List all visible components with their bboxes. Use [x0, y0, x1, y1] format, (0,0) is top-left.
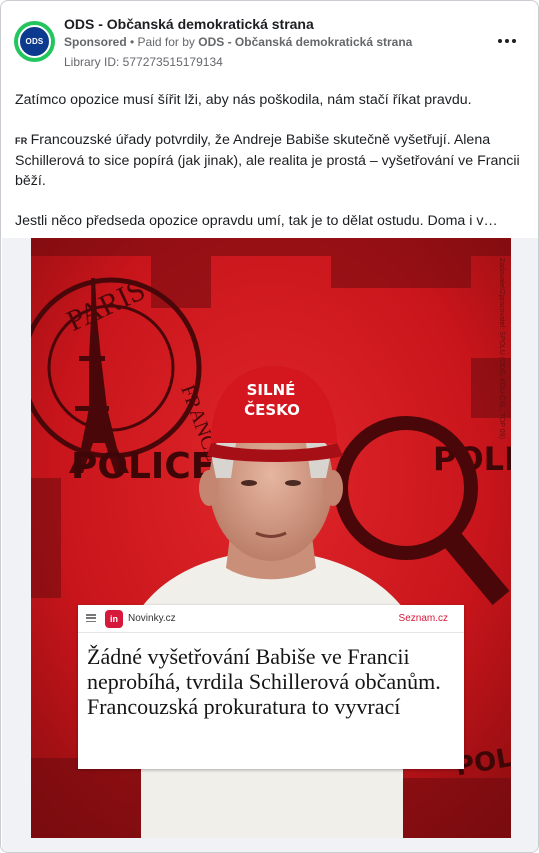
france-flag-icon: FR	[15, 136, 28, 146]
partner-site-name: Seznam.cz	[398, 613, 448, 624]
body-paragraph-2-text: Francouzské úřady potvrdily, že Andreje …	[15, 132, 520, 189]
novinky-logo: in	[105, 610, 123, 628]
news-headline-card: in Novinky.cz Seznam.cz Žádné vyšetřován…	[78, 605, 464, 769]
body-paragraph-1: Zatímco opozice musí šířit lži, aby nás …	[15, 92, 472, 108]
body-paragraph-2: FR Francouzské úřady potvrdily, že Andrej…	[15, 130, 527, 191]
news-site-bar: in Novinky.cz Seznam.cz	[78, 605, 464, 633]
news-site-name: Novinky.cz	[128, 613, 176, 624]
paid-for-name-link[interactable]: ODS - Občanská demokratická strana	[198, 35, 412, 49]
page-name-link[interactable]: ODS - Občanská demokratická strana	[64, 16, 314, 32]
ods-logo: ODS	[18, 25, 51, 58]
ad-credit-text: Zadavatel/Zpracovatel: SPOLU (ODS, KDU-Č…	[498, 258, 505, 439]
library-id: Library ID: 577273515179134	[64, 55, 223, 69]
cap-text-line2: ČESKO	[244, 400, 300, 419]
body-paragraph-3[interactable]: Jestli něco předseda opozice opravdu umí…	[15, 211, 527, 231]
police-text-left: POLICE	[71, 446, 215, 487]
page-avatar[interactable]: ODS	[14, 21, 55, 62]
hamburger-menu-icon	[86, 614, 96, 622]
ad-creative-image[interactable]: PARIS FRANCE POLICE POLI POLICE SILNÉ ČE…	[31, 238, 511, 838]
more-options-icon[interactable]	[495, 31, 519, 51]
sponsored-label: Sponsored	[64, 35, 127, 49]
sponsor-line: Sponsored • Paid for by ODS - Občanská d…	[64, 35, 412, 49]
ad-card: ODS ODS - Občanská demokratická strana S…	[0, 0, 539, 853]
news-headline: Žádné vyšetřování Babiše ve Francii nepr…	[87, 644, 441, 719]
cap-text-line1: SILNÉ	[247, 380, 296, 399]
paid-for-prefix: • Paid for by	[130, 35, 195, 49]
ad-body-text: Zatímco opozice musí šířit lži, aby nás …	[15, 90, 527, 231]
